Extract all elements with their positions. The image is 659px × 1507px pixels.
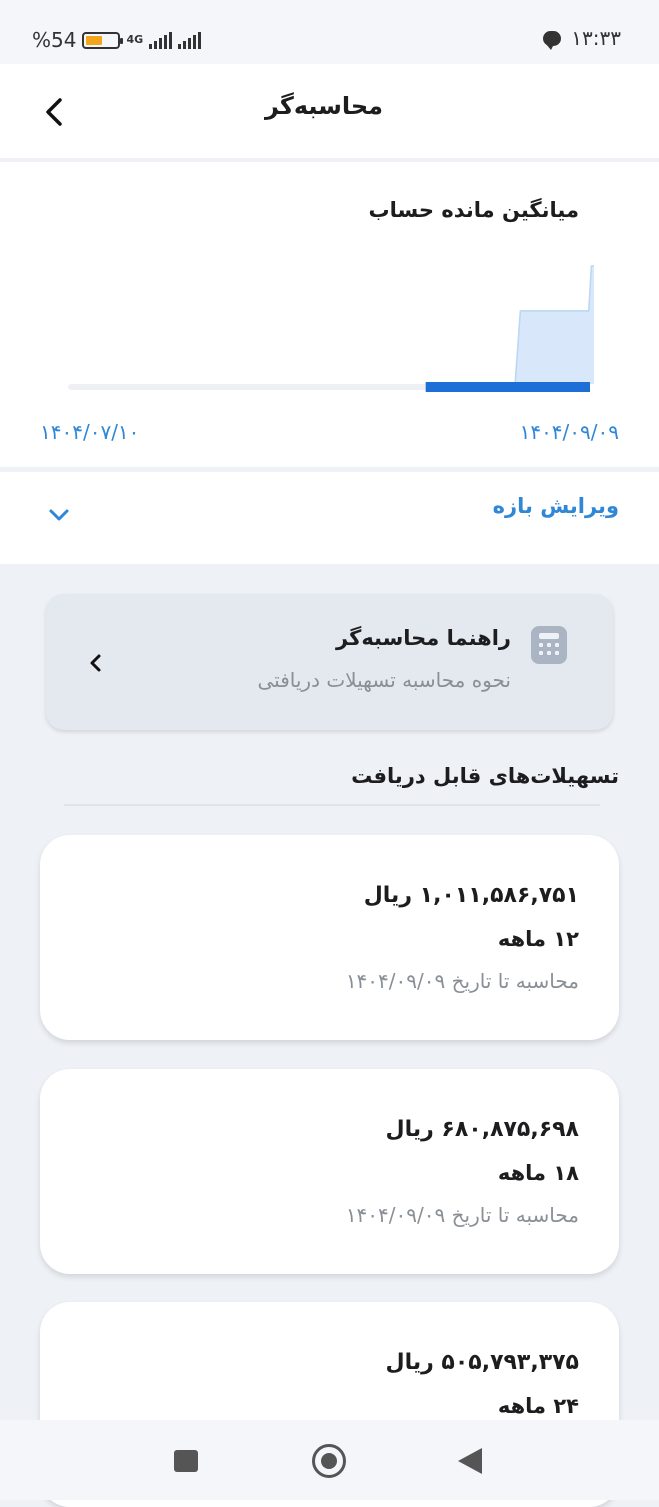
guide-title: راهنما محاسبه‌گر	[336, 626, 511, 650]
loan-amount: ۵۰۵,۷۹۳,۳۷۵ ریال	[385, 1350, 579, 1375]
signal-icon-2	[178, 31, 202, 49]
edit-range-toggle[interactable]: ویرایش بازه	[0, 472, 659, 564]
back-button[interactable]	[40, 92, 72, 132]
message-notification-icon	[543, 30, 562, 50]
loan-amount: ۱,۰۱۱,۵۸۶,۷۵۱ ریال	[363, 883, 579, 908]
page-title: محاسبه‌گر	[264, 92, 383, 120]
loans-section-title: تسهیلات‌های قابل دریافت	[351, 764, 619, 788]
edit-range-label: ویرایش بازه	[492, 494, 619, 518]
calculator-icon	[531, 626, 567, 664]
app-bar: محاسبه‌گر	[0, 64, 659, 158]
network-type: 4G	[126, 33, 144, 46]
chevron-left-icon	[90, 654, 101, 672]
battery-level-fill	[86, 35, 103, 45]
status-left: %54 4G	[32, 28, 202, 52]
circle-home-icon[interactable]	[312, 1444, 346, 1478]
loan-calc-note: محاسبه تا تاریخ ۱۴۰۴/۰۹/۰۹	[345, 1203, 579, 1227]
battery-icon	[82, 31, 124, 49]
calculator-guide-card[interactable]: راهنما محاسبه‌گر نحوه محاسبه تسهیلات دری…	[46, 594, 613, 730]
loan-amount: ۶۸۰,۸۷۵,۶۹۸ ریال	[385, 1117, 579, 1142]
chevron-down-icon	[49, 509, 69, 521]
loan-term: ۱۸ ماهه	[497, 1161, 579, 1185]
chart-date-end: ۱۴۰۴/۰۹/۰۹	[519, 420, 619, 444]
guide-subtitle: نحوه محاسبه تسهیلات دریافتی	[257, 668, 511, 692]
battery-tip	[120, 37, 124, 44]
loan-calc-note: محاسبه تا تاریخ ۱۴۰۴/۰۹/۰۹	[345, 969, 579, 993]
chevron-left-icon	[46, 98, 62, 126]
square-icon[interactable]	[174, 1450, 198, 1472]
signal-icon	[149, 31, 173, 49]
chart-date-start: ۱۴۰۴/۰۷/۱۰	[40, 420, 140, 444]
triangle-back-icon[interactable]	[458, 1448, 482, 1474]
clock: ۱۳:۳۳	[571, 26, 621, 50]
battery-percent: %54	[32, 28, 77, 52]
status-right: ۱۳:۳۳	[543, 26, 621, 50]
chart-area-series	[515, 266, 594, 384]
chart-selected-range	[425, 382, 590, 392]
status-bar: %54 4G ۱۳:۳۳	[0, 0, 659, 64]
balance-chart-card: میانگین مانده حساب ۱۴۰۴/۰۷/۱۰ ۱۴۰۴/۰۹/۰۹	[0, 162, 659, 467]
loan-card-18[interactable]: ۶۸۰,۸۷۵,۶۹۸ ریال ۱۸ ماهه محاسبه تا تاریخ…	[40, 1069, 619, 1274]
system-nav-bar	[0, 1420, 659, 1500]
section-divider	[64, 804, 600, 806]
loan-term: ۲۴ ماهه	[497, 1394, 579, 1418]
loan-term: ۱۲ ماهه	[497, 927, 579, 951]
loan-card-12[interactable]: ۱,۰۱۱,۵۸۶,۷۵۱ ریال ۱۲ ماهه محاسبه تا تار…	[40, 835, 619, 1040]
